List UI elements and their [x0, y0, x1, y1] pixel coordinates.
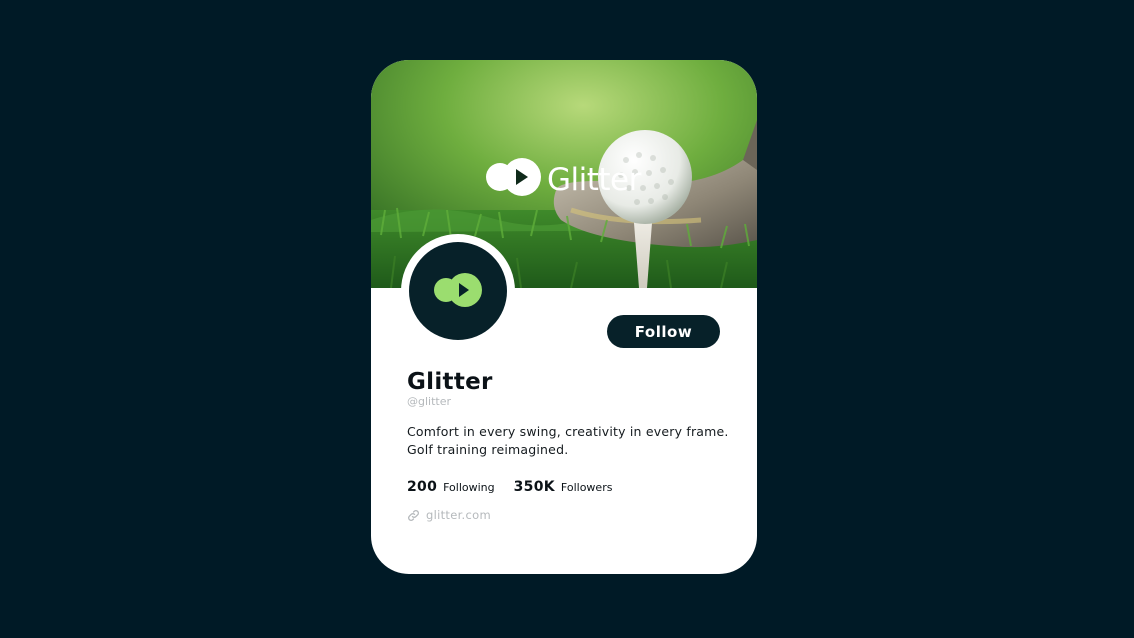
banner-brand-name: Glitter: [547, 161, 641, 198]
profile-handle: @glitter: [407, 395, 452, 408]
avatar-image: [409, 242, 507, 340]
followers-count: 350K: [513, 479, 555, 495]
glitter-logo-icon: [434, 273, 482, 307]
followers-label: Followers: [560, 481, 613, 494]
following-count: 200: [407, 479, 438, 495]
profile-card: Glitter Follow Glitter @glitter Comfort …: [371, 60, 757, 574]
glitter-logo-icon: [486, 158, 541, 196]
page-background: Glitter Follow Glitter @glitter Comfort …: [0, 0, 1134, 638]
link-icon: [408, 509, 419, 521]
profile-name: Glitter: [407, 369, 493, 395]
profile-bio: Comfort in every swing, creativity in ev…: [407, 423, 737, 459]
bio-line-1: Comfort in every swing, creativity in ev…: [407, 424, 729, 439]
following-label: Following: [443, 481, 495, 494]
profile-stats: 200 Following 350K Followers: [407, 479, 631, 495]
follow-button[interactable]: Follow: [607, 315, 720, 348]
bio-line-2: Golf training reimagined.: [407, 442, 569, 457]
website-row: glitter.com: [407, 508, 491, 522]
website-link[interactable]: glitter.com: [426, 508, 491, 522]
following-stat[interactable]: 200 Following: [407, 479, 495, 495]
followers-stat[interactable]: 350K Followers: [514, 479, 613, 495]
avatar[interactable]: [401, 234, 515, 348]
banner-brand-logo: Glitter: [485, 158, 641, 202]
